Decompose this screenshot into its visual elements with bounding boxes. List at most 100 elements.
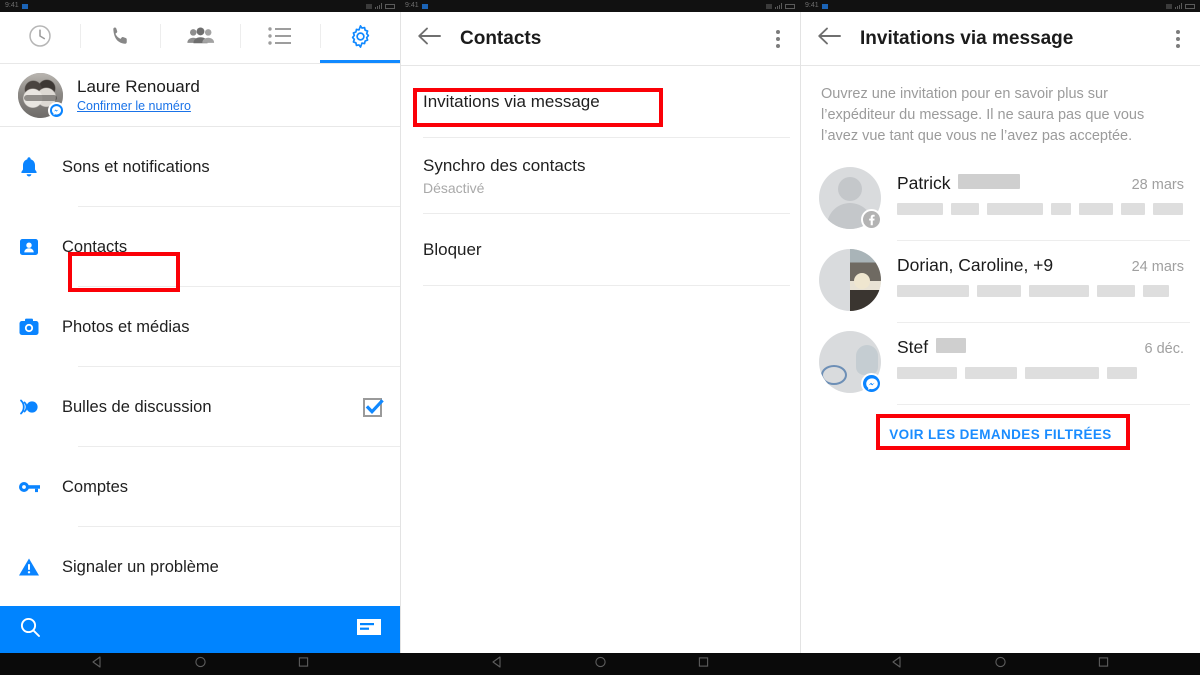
sidebar-item-photos-et-medias[interactable]: Photos et médias	[0, 287, 400, 367]
list-item-header: Dorian, Caroline, +9 24 mars	[897, 255, 1184, 276]
list-item[interactable]: Patrick 28 mars	[801, 159, 1200, 242]
overflow-menu-icon[interactable]	[1172, 26, 1184, 52]
phone-icon	[112, 27, 127, 44]
back-button[interactable]	[489, 655, 504, 674]
camera-icon	[18, 317, 62, 337]
sidebar-item-comptes[interactable]: Comptes	[0, 447, 400, 527]
sidebar-item-label: Contacts	[62, 237, 128, 256]
search-bar[interactable]	[0, 606, 400, 653]
filtered-requests-wrap: VOIR LES DEMANDES FILTRÉES	[801, 405, 1200, 442]
sidebar-item-sons-et-notifications[interactable]: Sons et notifications	[0, 127, 400, 207]
redacted-block	[897, 285, 969, 298]
contacts-options-list: Invitations via message Synchro des cont…	[401, 66, 800, 286]
redacted-block	[1121, 203, 1145, 216]
sidebar-item-contacts[interactable]: Contacts	[0, 207, 400, 287]
tab-settings[interactable]	[320, 12, 400, 60]
new-message-icon[interactable]	[356, 616, 382, 643]
home-button[interactable]	[593, 655, 608, 674]
redacted-block	[1143, 285, 1169, 298]
request-date: 6 déc.	[1144, 341, 1185, 358]
android-nav-bars	[0, 653, 1200, 675]
requests-list: Patrick 28 mars Dorian, Caroline, +9 24 …	[801, 159, 1200, 406]
sidebar-item-label: Bulles de discussion	[62, 397, 212, 416]
chat-heads-icon	[18, 396, 62, 418]
profile-name: Laure Renouard	[77, 77, 200, 96]
settings-list: Sons et notifications Contacts Photos et…	[0, 127, 400, 607]
redacted-block	[897, 203, 943, 216]
home-button[interactable]	[993, 655, 1008, 674]
wifi-icon	[366, 3, 372, 9]
battery-icon	[385, 3, 395, 9]
back-arrow-icon[interactable]	[417, 25, 442, 52]
redacted-name-block	[936, 338, 967, 354]
tab-indicator-list	[240, 60, 320, 63]
recents-button[interactable]	[696, 655, 711, 674]
tab-list[interactable]	[240, 12, 320, 60]
facebook-glyph-icon	[869, 214, 875, 226]
redacted-block	[897, 367, 957, 380]
messenger-badge-icon	[861, 373, 882, 395]
back-arrow-icon[interactable]	[817, 25, 842, 52]
list-item-body: Dorian, Caroline, +9 24 mars	[897, 249, 1184, 298]
tab-groups[interactable]	[160, 12, 240, 60]
tab-calls[interactable]	[80, 12, 160, 60]
option-invitations-via-message[interactable]: Invitations via message	[401, 66, 800, 138]
view-filtered-requests-link[interactable]: VOIR LES DEMANDES FILTRÉES	[889, 427, 1111, 442]
signal-icon	[375, 3, 382, 9]
overflow-menu-icon[interactable]	[772, 26, 784, 52]
signal-icon	[775, 3, 782, 9]
contact-card-icon	[18, 236, 62, 258]
back-button[interactable]	[889, 655, 904, 674]
messenger-badge-icon	[48, 101, 65, 119]
redacted-block	[1153, 203, 1183, 216]
warning-icon	[18, 557, 62, 577]
sidebar-item-label: Signaler un problème	[62, 557, 219, 576]
status-bar-phone-1: 9:41	[0, 0, 400, 12]
list-item[interactable]: Dorian, Caroline, +9 24 mars	[801, 241, 1200, 324]
tab-indicator-settings	[320, 60, 400, 63]
status-icon	[21, 3, 28, 9]
status-bar-phone-2: 9:41	[400, 0, 800, 12]
status-bar-time-1: 9:41	[5, 2, 19, 9]
list-item-header: Patrick 28 mars	[897, 173, 1184, 194]
android-nav-bar-1	[0, 653, 400, 675]
option-subtitle: Désactivé	[423, 180, 485, 196]
sender-name: Dorian, Caroline, +9	[897, 255, 1054, 276]
profile-row[interactable]: Laure Renouard Confirmer le numéro	[0, 64, 400, 126]
bulles-checkbox[interactable]	[363, 397, 384, 417]
avatar	[819, 167, 882, 231]
redacted-preview	[897, 203, 1184, 216]
status-icon	[821, 3, 828, 9]
status-bar-phone-3: 9:41	[800, 0, 1200, 12]
list-item-header: Stef 6 déc.	[897, 337, 1184, 358]
back-button[interactable]	[89, 655, 104, 674]
search-icon[interactable]	[18, 615, 42, 644]
home-button[interactable]	[193, 655, 208, 674]
key-icon	[18, 479, 62, 495]
sidebar-item-label: Comptes	[62, 477, 129, 496]
wifi-icon	[766, 3, 772, 9]
redacted-preview	[897, 285, 1184, 298]
recents-button[interactable]	[1096, 655, 1111, 674]
option-bloquer[interactable]: Bloquer	[401, 214, 800, 286]
tab-indicator-groups	[160, 60, 240, 63]
option-synchro-des-contacts[interactable]: Synchro des contacts Désactivé	[401, 138, 800, 214]
confirm-number-link[interactable]: Confirmer le numéro	[77, 99, 200, 113]
request-date: 24 mars	[1131, 259, 1184, 276]
recents-button[interactable]	[296, 655, 311, 674]
list-item[interactable]: Stef 6 déc.	[801, 323, 1200, 406]
tab-recent[interactable]	[0, 12, 80, 60]
tab-indicator-recent	[0, 60, 80, 63]
people-icon	[186, 27, 214, 43]
sidebar-item-signaler-un-probleme[interactable]: Signaler un problème	[0, 527, 400, 607]
group-photo-avatar-image	[819, 249, 881, 312]
list-icon	[268, 27, 291, 45]
redacted-block	[1029, 285, 1089, 298]
intro-text: Ouvrez une invitation pour en savoir plu…	[821, 86, 1145, 145]
avatar	[819, 249, 881, 312]
sidebar-item-bulles-de-discussion[interactable]: Bulles de discussion	[0, 367, 400, 447]
messenger-glyph-icon	[865, 377, 878, 390]
avatar	[819, 331, 882, 395]
option-title: Invitations via message	[423, 92, 600, 111]
wifi-icon	[1166, 3, 1172, 9]
